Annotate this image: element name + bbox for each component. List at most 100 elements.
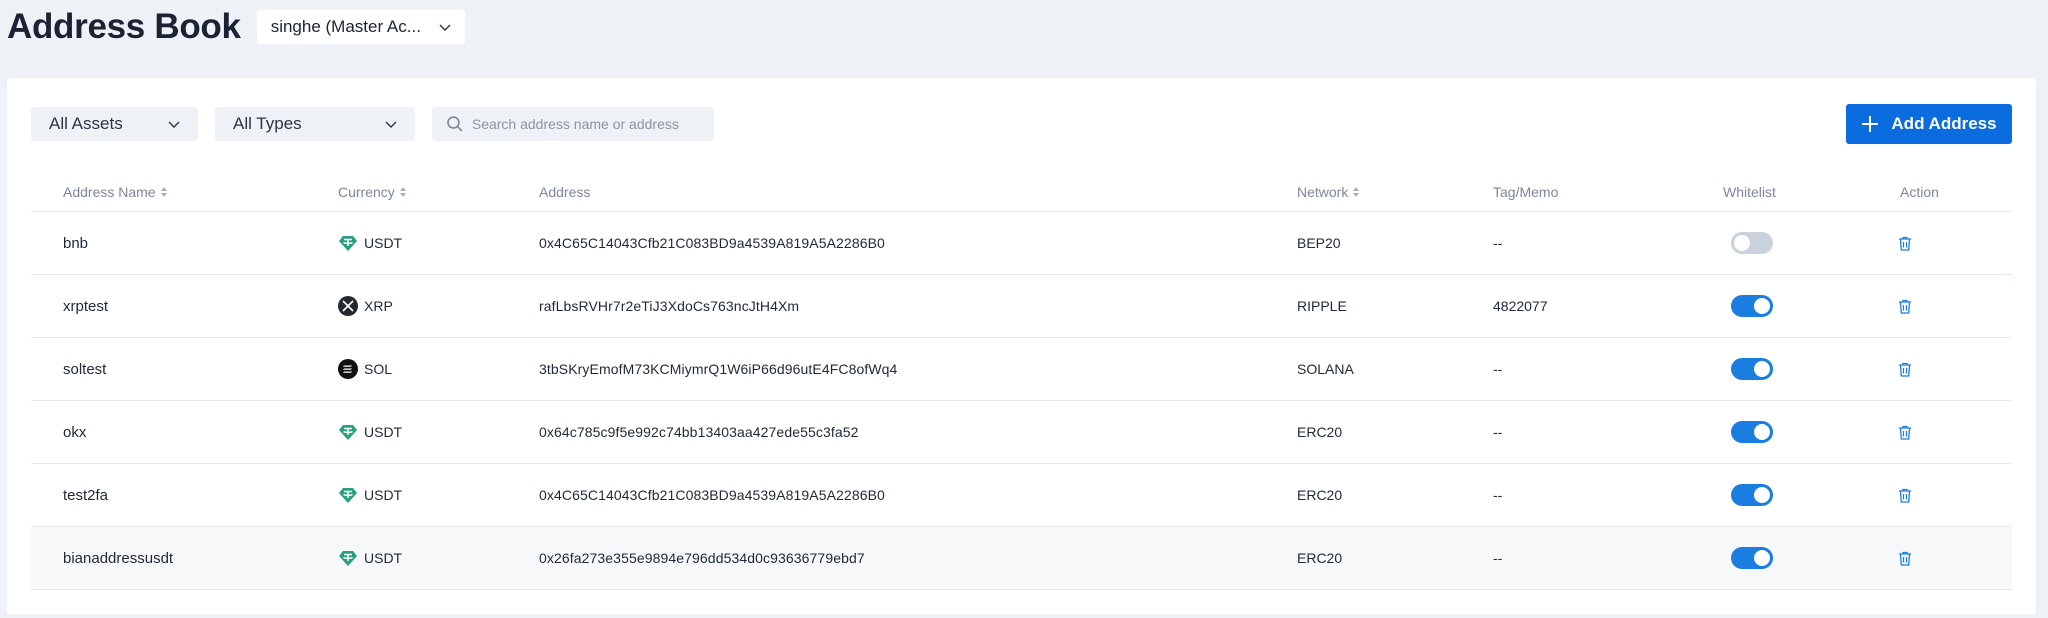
whitelist-toggle[interactable] <box>1731 232 1773 254</box>
sort-icon <box>399 187 406 197</box>
address-cell: 0x4C65C14043Cfb21C083BD9a4539A819A5A2286… <box>539 235 885 251</box>
column-header-label: Action <box>1900 184 1939 200</box>
network-cell: BEP20 <box>1297 235 1341 251</box>
whitelist-cell <box>1731 212 1773 274</box>
usdt-coin-icon <box>339 488 357 503</box>
usdt-coin-icon <box>339 425 357 440</box>
column-header-label: Tag/Memo <box>1493 184 1559 200</box>
address-cell: 0x4C65C14043Cfb21C083BD9a4539A819A5A2286… <box>539 487 885 503</box>
address-cell: 3tbSKryEmofM73KCMiymrQ1W6iP66d96utE4FC8o… <box>539 361 898 377</box>
address-cell: 0x26fa273e355e9894e796dd534d0c93636779eb… <box>539 550 865 566</box>
assets-filter-dropdown[interactable]: All Assets <box>31 107 198 141</box>
currency-label: USDT <box>364 235 403 251</box>
currency-label: SOL <box>364 361 393 377</box>
address-name-cell: okx <box>63 423 87 441</box>
address-table: Address Name Currency Address Network Ta… <box>31 172 2012 590</box>
column-header-action: Action <box>1900 184 1939 200</box>
whitelist-toggle[interactable] <box>1731 547 1773 569</box>
trash-icon[interactable] <box>1898 551 1912 566</box>
column-header-address: Address <box>539 184 590 200</box>
search-input[interactable] <box>471 116 700 132</box>
types-filter-dropdown[interactable]: All Types <box>215 107 415 141</box>
column-header-whitelist: Whitelist <box>1723 184 1776 200</box>
tag-memo-cell: 4822077 <box>1493 298 1548 314</box>
address-name-cell: test2fa <box>63 486 109 504</box>
column-header-label: Address Name <box>63 184 156 200</box>
address-name-cell: soltest <box>63 360 107 378</box>
column-header-label: Currency <box>338 184 395 200</box>
table-row: bnb USDT 0x4C65C14043Cfb21C083BD9a4539A8… <box>31 212 2012 275</box>
search-icon <box>447 116 463 132</box>
whitelist-toggle[interactable] <box>1731 421 1773 443</box>
whitelist-toggle[interactable] <box>1731 295 1773 317</box>
column-header-currency[interactable]: Currency <box>338 184 406 200</box>
action-cell <box>1898 338 1912 400</box>
table-row: bianaddressusdt USDT 0x26fa273e355e9894e… <box>31 527 2012 590</box>
usdt-coin-icon <box>339 236 357 251</box>
tag-memo-cell: -- <box>1493 487 1503 503</box>
table-row: okx USDT 0x64c785c9f5e992c74bb13403aa427… <box>31 401 2012 464</box>
network-cell: ERC20 <box>1297 487 1343 503</box>
tag-memo-cell: -- <box>1493 550 1503 566</box>
whitelist-cell <box>1731 338 1773 400</box>
action-cell <box>1898 401 1912 463</box>
column-header-label: Network <box>1297 184 1349 200</box>
action-cell <box>1898 527 1912 589</box>
network-cell: ERC20 <box>1297 424 1343 440</box>
currency-cell: USDT <box>338 527 402 589</box>
column-header-tag: Tag/Memo <box>1493 184 1558 200</box>
account-select[interactable]: singhe (Master Ac... <box>256 10 465 44</box>
table-row: test2fa USDT 0x4C65C14043Cfb21C083BD9a45… <box>31 464 2012 527</box>
currency-cell: USDT <box>338 401 402 463</box>
column-header-name[interactable]: Address Name <box>63 184 167 200</box>
action-cell <box>1898 212 1912 274</box>
currency-cell: SOL <box>338 338 392 400</box>
whitelist-cell <box>1731 275 1773 337</box>
trash-icon[interactable] <box>1898 299 1912 314</box>
plus-icon <box>1862 116 1879 132</box>
trash-icon[interactable] <box>1898 425 1912 440</box>
page-title: Address Book <box>7 7 241 46</box>
page-header: Address Book singhe (Master Ac... <box>7 6 465 48</box>
currency-cell: XRP <box>338 275 393 337</box>
table-row: xrptest XRP rafLbsRVHr7r2eTiJ3XdoCs763nc… <box>31 275 2012 338</box>
trash-icon[interactable] <box>1898 362 1912 377</box>
chevron-down-icon <box>385 121 397 128</box>
types-filter-label: All Types <box>233 114 302 133</box>
tag-memo-cell: -- <box>1493 361 1503 377</box>
currency-label: USDT <box>364 550 403 566</box>
address-cell: 0x64c785c9f5e992c74bb13403aa427ede55c3fa… <box>539 424 859 440</box>
add-address-label: Add Address <box>1891 114 1997 133</box>
usdt-coin-icon <box>339 551 357 566</box>
whitelist-cell <box>1731 527 1773 589</box>
whitelist-toggle[interactable] <box>1731 358 1773 380</box>
address-book-card: All Assets All Types Add Address Address… <box>7 78 2036 614</box>
table-header: Address Name Currency Address Network Ta… <box>31 172 2012 212</box>
trash-icon[interactable] <box>1898 488 1912 503</box>
address-name-cell: xrptest <box>63 297 109 315</box>
column-header-network[interactable]: Network <box>1297 184 1360 200</box>
currency-label: USDT <box>364 487 403 503</box>
address-cell: rafLbsRVHr7r2eTiJ3XdoCs763ncJtH4Xm <box>539 298 800 314</box>
currency-label: USDT <box>364 424 403 440</box>
tag-memo-cell: -- <box>1493 235 1503 251</box>
trash-icon[interactable] <box>1898 236 1912 251</box>
network-cell: ERC20 <box>1297 550 1343 566</box>
column-header-label: Address <box>539 184 591 200</box>
address-name-cell: bianaddressusdt <box>63 549 174 567</box>
table-body: bnb USDT 0x4C65C14043Cfb21C083BD9a4539A8… <box>31 212 2012 590</box>
add-address-button[interactable]: Add Address <box>1846 104 2012 144</box>
currency-cell: USDT <box>338 464 402 526</box>
sol-coin-icon <box>338 359 358 379</box>
assets-filter-label: All Assets <box>49 114 123 133</box>
chevron-down-icon <box>168 121 180 128</box>
whitelist-toggle[interactable] <box>1731 484 1773 506</box>
whitelist-cell <box>1731 401 1773 463</box>
currency-cell: USDT <box>338 212 402 274</box>
network-cell: SOLANA <box>1297 361 1354 377</box>
whitelist-cell <box>1731 464 1773 526</box>
action-cell <box>1898 275 1912 337</box>
filter-bar: All Assets All Types <box>31 107 714 141</box>
sort-icon <box>1353 187 1360 197</box>
address-name-cell: bnb <box>63 234 89 252</box>
